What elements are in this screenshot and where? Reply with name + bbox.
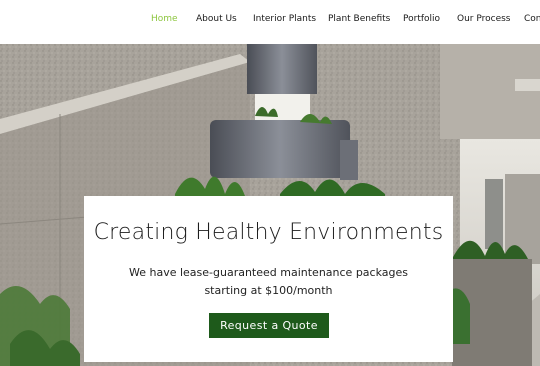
request-quote-button[interactable]: Request a Quote [209,313,329,338]
hero-subtitle: We have lease-guaranteed maintenance pac… [128,266,408,297]
hero-card: Creating Healthy Environments We have le… [84,196,453,362]
nav-home[interactable]: Home [151,14,178,24]
nav-contact[interactable]: Con [524,14,540,24]
nav-about-us[interactable]: About Us [196,14,237,24]
nav-our-process[interactable]: Our Process [457,14,511,24]
nav-portfolio[interactable]: Portfolio [403,14,440,24]
nav-plant-benefits[interactable]: Plant Benefits [328,14,390,24]
nav-interior-plants[interactable]: Interior Plants [253,14,316,24]
hero-section: Creating Healthy Environments We have le… [0,44,540,366]
hero-title: Creating Healthy Environments [93,220,444,245]
site-header: Home About Us Interior Plants Plant Bene… [0,0,540,44]
